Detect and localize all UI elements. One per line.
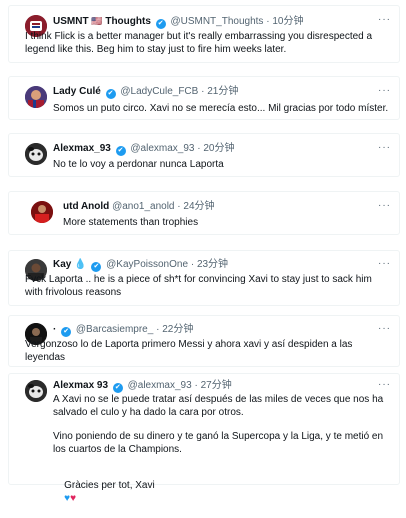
- more-icon[interactable]: ···: [378, 200, 391, 211]
- droplet-icon: 💧: [74, 259, 87, 270]
- handle[interactable]: @Barcasiempre_: [76, 324, 153, 335]
- display-name[interactable]: Kay: [53, 259, 71, 270]
- separator-dot: ·: [156, 324, 160, 335]
- tweet-card[interactable]: utd Anold @ano1_anold · 24分钟 ··· More st…: [8, 191, 400, 235]
- tweet-card[interactable]: Kay 💧 ✔ @KayPoissonOne · 23分钟 ··· Fvck L…: [8, 250, 400, 306]
- tweet-card[interactable]: · ✔ @Barcasiempre_ · 22分钟 ··· Vergonzoso…: [8, 315, 400, 367]
- display-name[interactable]: utd Anold: [63, 201, 109, 212]
- tweet-card[interactable]: Alexmax 93 ✔ @alexmax_93 · 27分钟 ··· A Xa…: [8, 373, 400, 504]
- avatar[interactable]: [25, 143, 47, 165]
- separator-dot: ·: [197, 143, 201, 154]
- tweet-text: More statements than trophies: [63, 217, 199, 228]
- handle[interactable]: @alexmax_93: [128, 380, 192, 391]
- tweet-header: Kay 💧 ✔ @KayPoissonOne · 23分钟: [53, 259, 228, 272]
- avatar[interactable]: [25, 380, 47, 402]
- tweet-text-paragraph-3: Gràcies per tot, Xavi ♥♥: [53, 466, 393, 518]
- display-name-suffix[interactable]: Thoughts: [105, 16, 151, 27]
- handle[interactable]: @alexmax_93: [130, 143, 194, 154]
- tweet-card[interactable]: Alexmax_93 ✔ @alexmax_93 · 20分钟 ··· No t…: [8, 133, 400, 177]
- tweet-text-paragraph-1: A Xavi no se le puede tratar así después…: [53, 394, 386, 418]
- verified-badge-icon: ✔: [91, 262, 102, 272]
- tweet-card[interactable]: USMNT 🇺🇸 Thoughts ✔ @USMNT_Thoughts · 10…: [8, 5, 400, 63]
- display-name[interactable]: USMNT: [53, 16, 89, 27]
- display-name[interactable]: Alexmax 93: [53, 380, 108, 391]
- separator-dot: ·: [266, 16, 270, 27]
- verified-badge-icon: ✔: [105, 89, 116, 99]
- timestamp[interactable]: 10分钟: [272, 16, 303, 27]
- more-icon[interactable]: ···: [378, 85, 391, 96]
- handle[interactable]: @LadyCule_FCB: [120, 86, 198, 97]
- tweet-card[interactable]: Lady Culé ✔ @LadyCule_FCB · 21分钟 ··· Som…: [8, 76, 400, 120]
- tweet-text-paragraph-2: Vino poniendo de su dinero y te ganó la …: [53, 431, 386, 455]
- tweet-text: Fvck Laporta .. he is a piece of sh*t fo…: [25, 274, 375, 298]
- more-icon[interactable]: ···: [378, 142, 391, 153]
- flag-us-icon: 🇺🇸: [91, 16, 103, 26]
- timestamp[interactable]: 20分钟: [203, 143, 234, 154]
- red-heart-icon: ♥: [70, 493, 76, 504]
- verified-badge-icon: ✔: [155, 19, 166, 29]
- handle[interactable]: @KayPoissonOne: [106, 259, 188, 270]
- handle[interactable]: @ano1_anold: [112, 201, 174, 212]
- more-icon[interactable]: ···: [378, 379, 391, 390]
- tweet-text: No te lo voy a perdonar nunca Laporta: [53, 159, 224, 170]
- tweet-header: Lady Culé ✔ @LadyCule_FCB · 21分钟: [53, 86, 238, 99]
- timestamp[interactable]: 24分钟: [183, 201, 214, 212]
- tweet-header: · ✔ @Barcasiempre_ · 22分钟: [53, 324, 193, 337]
- separator-dot: ·: [201, 86, 205, 97]
- more-icon[interactable]: ···: [378, 323, 391, 334]
- display-name[interactable]: Lady Culé: [53, 86, 101, 97]
- tweet-header: Alexmax 93 ✔ @alexmax_93 · 27分钟: [53, 380, 232, 393]
- more-icon[interactable]: ···: [378, 14, 391, 25]
- tweet-header: USMNT 🇺🇸 Thoughts ✔ @USMNT_Thoughts · 10…: [53, 15, 303, 29]
- tweet-text: I think Flick is a better manager but it…: [25, 31, 375, 55]
- tweet-text: Vergonzoso lo de Laporta primero Messi y…: [25, 339, 356, 363]
- signoff-text: Gràcies per tot, Xavi: [64, 480, 155, 491]
- tweet-header: Alexmax_93 ✔ @alexmax_93 · 20分钟: [53, 143, 235, 156]
- separator-dot: ·: [177, 201, 181, 212]
- handle[interactable]: @USMNT_Thoughts: [170, 16, 263, 27]
- display-name[interactable]: ·: [53, 324, 56, 335]
- tweet-text: Somos un puto circo. Xavi no se merecía …: [53, 103, 389, 114]
- timestamp[interactable]: 21分钟: [207, 86, 238, 97]
- avatar[interactable]: [31, 201, 53, 223]
- timestamp[interactable]: 22分钟: [162, 324, 193, 335]
- separator-dot: ·: [194, 380, 198, 391]
- more-icon[interactable]: ···: [378, 258, 391, 269]
- avatar[interactable]: [25, 86, 47, 108]
- tweet-header: utd Anold @ano1_anold · 24分钟: [63, 201, 215, 213]
- timestamp[interactable]: 23分钟: [197, 259, 228, 270]
- verified-badge-icon: ✔: [115, 146, 126, 156]
- timestamp[interactable]: 27分钟: [201, 380, 232, 391]
- display-name[interactable]: Alexmax_93: [53, 143, 111, 154]
- verified-badge-icon: ✔: [112, 383, 123, 393]
- separator-dot: ·: [190, 259, 195, 270]
- verified-badge-icon: ✔: [61, 327, 72, 337]
